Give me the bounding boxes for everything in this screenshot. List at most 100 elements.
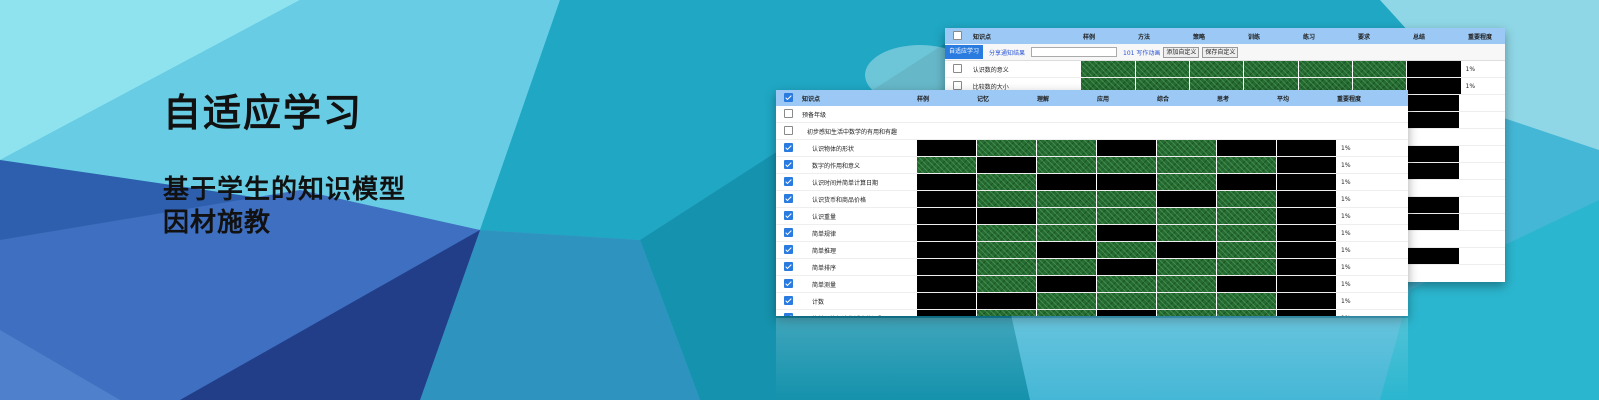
mastery-cell — [1217, 242, 1277, 258]
select-all-checkbox[interactable] — [953, 30, 962, 40]
search-input[interactable] — [1031, 47, 1118, 57]
front-col-0: 知识点 — [802, 95, 821, 103]
filter-link[interactable]: 分享通知结果 — [989, 48, 1025, 57]
row-label: 简单规律 — [812, 230, 837, 238]
mastery-cell — [1157, 225, 1217, 241]
mastery-cell — [1277, 225, 1337, 241]
mastery-cell — [1157, 259, 1217, 275]
mastery-cell — [917, 225, 977, 241]
mastery-cell — [1157, 208, 1217, 224]
row-checkbox[interactable] — [784, 142, 793, 152]
row-checkbox[interactable] — [784, 227, 793, 237]
mastery-cell — [1217, 293, 1277, 309]
row-checkbox[interactable] — [953, 63, 962, 73]
row-checkbox[interactable] — [784, 312, 793, 316]
mastery-cell — [1081, 61, 1136, 77]
mastery-cell — [917, 276, 977, 292]
row-label: 认识货币和商品价格 — [812, 196, 867, 204]
mastery-cell — [977, 208, 1037, 224]
mastery-cell — [1405, 231, 1460, 247]
mastery-cell — [1037, 174, 1097, 190]
front-col-7: 平均 — [1277, 95, 1290, 103]
back-col-6: 要求 — [1358, 33, 1371, 41]
row-checkbox[interactable] — [784, 261, 793, 271]
mastery-cell — [977, 242, 1037, 258]
mastery-cell — [1277, 140, 1337, 156]
hero-title: 自适应学习 — [163, 91, 364, 135]
importance-value: 1% — [1341, 297, 1351, 305]
front-col-6: 思考 — [1217, 95, 1230, 103]
front-col-2: 记忆 — [977, 95, 990, 103]
row-checkbox[interactable] — [784, 244, 793, 254]
row-checkbox[interactable] — [784, 210, 793, 220]
row-checkbox[interactable] — [953, 80, 962, 90]
mastery-cell — [1277, 310, 1337, 316]
mastery-cell — [917, 191, 977, 207]
mastery-cell — [1217, 157, 1277, 173]
mastery-cell — [1352, 61, 1408, 77]
mastery-cell — [917, 106, 977, 122]
adaptive-tab-button[interactable]: 自适应学习 — [945, 45, 984, 59]
mastery-cell — [917, 123, 977, 139]
mastery-cell — [1405, 95, 1460, 111]
mastery-cell — [1157, 293, 1217, 309]
table-row: 简单测量 1% — [776, 276, 1408, 293]
mastery-cell — [1217, 225, 1277, 241]
mastery-cell — [1405, 112, 1460, 128]
mastery-cell — [977, 123, 1037, 139]
mastery-cell — [1097, 123, 1157, 139]
mastery-cell — [977, 225, 1037, 241]
mastery-cell — [1037, 310, 1097, 316]
mastery-cell — [977, 174, 1037, 190]
mastery-cell — [1097, 208, 1157, 224]
importance-value: 1% — [1465, 65, 1476, 73]
row-label: 认识时间并简单计算日期 — [812, 179, 879, 187]
mastery-cell — [1157, 140, 1217, 156]
table-row: 数字的作用和意义 1% — [776, 157, 1408, 174]
table-row: 认识数的意义 1% — [945, 61, 1505, 78]
add-custom-button[interactable]: 添加自定义 — [1163, 46, 1200, 58]
mastery-cell — [1157, 310, 1217, 316]
importance-value: 1% — [1341, 263, 1351, 271]
row-checkbox[interactable] — [784, 159, 793, 169]
row-checkbox[interactable] — [784, 278, 793, 288]
save-custom-button[interactable]: 保存自定义 — [1202, 46, 1239, 58]
row-label: 简单推理 — [812, 247, 837, 255]
mastery-cell — [1405, 180, 1460, 196]
importance-value: 1% — [1341, 280, 1351, 288]
row-checkbox[interactable] — [784, 108, 793, 118]
mastery-cell — [1277, 106, 1337, 122]
select-all-checkbox[interactable] — [784, 92, 793, 102]
importance-value: 1% — [1341, 144, 1351, 152]
mastery-cell — [1217, 123, 1277, 139]
mastery-cell — [1277, 208, 1337, 224]
mastery-cell — [977, 276, 1037, 292]
animation-link[interactable]: 101 写作动画 — [1123, 48, 1160, 57]
back-col-5: 练习 — [1303, 33, 1316, 41]
row-checkbox[interactable] — [784, 193, 793, 203]
mastery-cell — [1189, 61, 1245, 77]
mastery-cell — [1405, 163, 1460, 179]
front-table-body: 预备年级 初步感知生活中数学的有用和有趣 认识物体的形状 1% 数字的作用和意义 1% 认识… — [776, 106, 1408, 316]
mastery-cell — [977, 259, 1037, 275]
row-label: 计数 — [812, 298, 825, 306]
front-table-header: 知识点 样例 记忆 理解 应用 综合 思考 平均 重要程度 — [776, 90, 1408, 106]
row-checkbox[interactable] — [784, 295, 793, 305]
mastery-cell — [1405, 129, 1460, 145]
importance-value: 1% — [1341, 161, 1351, 169]
hero-subtitle: 基于学生的知识模型 因材施教 — [163, 174, 406, 240]
row-checkbox[interactable] — [784, 125, 793, 135]
row-label: 预备年级 — [802, 111, 827, 119]
mastery-cell — [1277, 174, 1337, 190]
front-col-8: 重要程度 — [1337, 95, 1362, 103]
row-label: 初步感知生活中数学的有用和有趣 — [807, 128, 898, 136]
mastery-cell — [917, 293, 977, 309]
mastery-cell — [1277, 191, 1337, 207]
mastery-cell — [1097, 310, 1157, 316]
mastery-cell — [977, 293, 1037, 309]
table-row: 简单排序 1% — [776, 259, 1408, 276]
row-checkbox[interactable] — [784, 176, 793, 186]
back-toolbar: 自适应学习 分享通知结果 101 写作动画 添加自定义 保存自定义 — [945, 44, 1505, 61]
mastery-cell — [1277, 259, 1337, 275]
row-label: 简单运算解决生活中的问题 — [802, 314, 917, 317]
